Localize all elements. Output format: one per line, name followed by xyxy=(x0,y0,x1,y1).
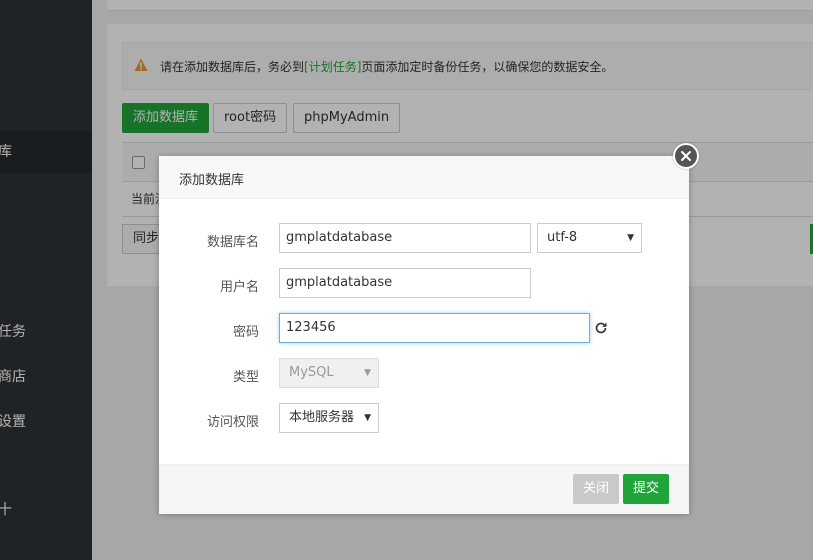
type-label: 类型 xyxy=(232,370,259,385)
submit-button[interactable]: 提交 xyxy=(623,474,669,504)
type-select: MySQL ▼ xyxy=(279,358,379,388)
db-name-label: 数据库名 xyxy=(206,235,259,250)
dialog-title: 添加数据库 xyxy=(179,173,245,188)
access-label: 访问权限 xyxy=(206,415,259,430)
chevron-down-icon: ▼ xyxy=(627,233,634,243)
password-label: 密码 xyxy=(232,325,259,340)
close-icon xyxy=(681,151,691,161)
dialog-footer: 关闭 提交 xyxy=(159,464,689,514)
type-value: MySQL xyxy=(289,365,334,380)
username-label: 用户名 xyxy=(219,280,259,295)
password-input[interactable]: 123456 xyxy=(279,313,590,343)
chevron-down-icon: ▼ xyxy=(364,413,371,423)
close-button[interactable]: 关闭 xyxy=(573,474,619,504)
access-value: 本地服务器 xyxy=(289,410,355,425)
dialog-header: 添加数据库 xyxy=(159,156,689,199)
db-name-input[interactable]: gmplatdatabase xyxy=(279,223,531,253)
username-input[interactable]: gmplatdatabase xyxy=(279,268,531,298)
add-database-dialog: 添加数据库 数据库名 gmplatdatabase utf-8 ▼ 用户名 gmp… xyxy=(159,156,689,514)
access-select[interactable]: 本地服务器 ▼ xyxy=(279,403,379,433)
charset-select[interactable]: utf-8 ▼ xyxy=(537,223,642,253)
dialog-close-button[interactable] xyxy=(673,143,699,169)
refresh-icon[interactable] xyxy=(594,321,608,335)
chevron-down-icon: ▼ xyxy=(364,368,371,378)
charset-value: utf-8 xyxy=(547,230,578,245)
